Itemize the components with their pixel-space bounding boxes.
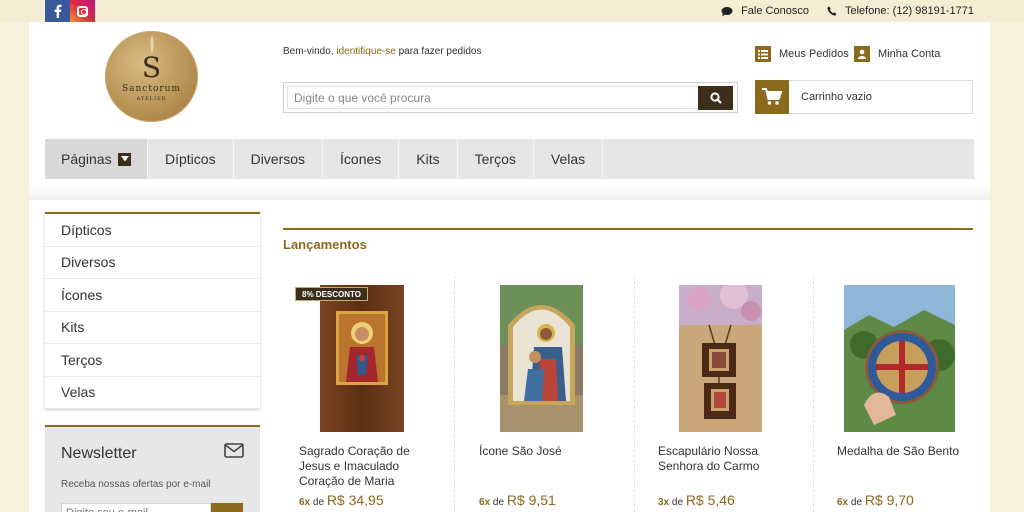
cart-icon bbox=[755, 79, 789, 114]
product-price: 6x de R$ 9,70 bbox=[837, 492, 914, 508]
nav-item-icones[interactable]: Ícones bbox=[323, 139, 400, 179]
section-divider bbox=[283, 228, 973, 230]
contact-label: Fale Conosco bbox=[741, 5, 809, 17]
product-price: 6x de R$ 34,95 bbox=[299, 492, 384, 508]
cart-widget[interactable]: Carrinho vazio bbox=[755, 79, 973, 114]
sidebar-item-tercos[interactable]: Terços bbox=[45, 344, 260, 377]
price-value: R$ 5,46 bbox=[685, 492, 735, 508]
product-image[interactable] bbox=[679, 285, 762, 432]
product-image[interactable] bbox=[500, 285, 583, 432]
phone-info: Telefone: (12) 98191-1771 bbox=[827, 5, 974, 17]
product-name[interactable]: Sagrado Coração de Jesus e Imaculado Cor… bbox=[299, 444, 429, 489]
welcome-prefix: Bem-vindo, bbox=[283, 46, 337, 57]
sidebar-item-icones[interactable]: Ícones bbox=[45, 279, 260, 312]
product-price: 3x de R$ 5,46 bbox=[658, 492, 735, 508]
product-name[interactable]: Ícone São José bbox=[479, 444, 609, 459]
installments-count: 6x bbox=[837, 497, 849, 508]
chat-bubble-icon bbox=[721, 6, 733, 16]
search-box bbox=[283, 82, 738, 113]
nav-item-dipticos[interactable]: Dípticos bbox=[148, 139, 234, 179]
account-label: Minha Conta bbox=[878, 48, 941, 60]
product-price: 6x de R$ 9,51 bbox=[479, 492, 556, 508]
candle-flame-icon bbox=[150, 35, 153, 55]
site-logo[interactable]: S Sanctorum ATELIER bbox=[105, 31, 198, 122]
installments-count: 6x bbox=[479, 497, 491, 508]
envelope-icon bbox=[224, 443, 244, 458]
logo-monogram: S bbox=[141, 50, 162, 84]
card-divider bbox=[634, 276, 635, 512]
nav-item-tercos[interactable]: Terços bbox=[458, 139, 534, 179]
search-input[interactable] bbox=[287, 86, 699, 109]
price-value: R$ 34,95 bbox=[326, 492, 384, 508]
price-de: de bbox=[850, 497, 863, 508]
phone-icon bbox=[827, 6, 837, 16]
sidebar-item-diversos[interactable]: Diversos bbox=[45, 247, 260, 279]
instagram-icon[interactable] bbox=[70, 0, 95, 22]
main-nav: Páginas Dípticos Diversos Ícones Kits Te… bbox=[45, 139, 974, 179]
product-name[interactable]: Medalha de São Bento bbox=[837, 444, 967, 459]
price-de: de bbox=[671, 497, 684, 508]
card-divider bbox=[813, 276, 814, 512]
nav-item-kits[interactable]: Kits bbox=[399, 139, 458, 179]
installments-count: 3x bbox=[658, 497, 670, 508]
search-icon bbox=[709, 92, 722, 104]
sidebar-categories: Dípticos Diversos Ícones Kits Terços Vel… bbox=[45, 212, 260, 409]
product-card[interactable]: Sagrado Coração de Jesus e Imaculado Cor… bbox=[283, 276, 455, 512]
card-divider bbox=[454, 276, 455, 512]
newsletter-title: Newsletter bbox=[61, 445, 137, 462]
newsletter-email-input[interactable] bbox=[61, 503, 211, 512]
installments-count: 6x bbox=[299, 497, 311, 508]
product-card[interactable]: Ícone São José 6x de R$ 9,51 bbox=[463, 276, 635, 512]
user-icon bbox=[854, 46, 870, 62]
welcome-text: Bem-vindo, identifique-se para fazer ped… bbox=[283, 46, 481, 57]
chevron-down-icon bbox=[118, 152, 131, 166]
nav-shadow bbox=[29, 184, 990, 200]
product-card[interactable]: Medalha de São Bento 6x de R$ 9,70 bbox=[821, 276, 985, 512]
facebook-icon[interactable] bbox=[45, 0, 70, 22]
cart-label: Carrinho vazio bbox=[801, 91, 872, 103]
product-card[interactable]: Escapulário Nossa Senhora do Carmo 3x de… bbox=[642, 276, 814, 512]
nav-item-velas[interactable]: Velas bbox=[534, 139, 604, 179]
account-link[interactable]: Minha Conta bbox=[854, 46, 940, 62]
orders-list-icon bbox=[755, 46, 771, 62]
phone-label: Telefone: (12) 98191-1771 bbox=[844, 5, 974, 17]
instagram-glyph bbox=[77, 5, 88, 17]
section-title: Lançamentos bbox=[283, 237, 367, 252]
sidebar-item-dipticos[interactable]: Dípticos bbox=[45, 214, 260, 247]
product-name[interactable]: Escapulário Nossa Senhora do Carmo bbox=[658, 444, 788, 474]
newsletter-submit-button[interactable] bbox=[211, 503, 243, 512]
price-value: R$ 9,51 bbox=[506, 492, 556, 508]
newsletter-description: Receba nossas ofertas por e-mail bbox=[61, 479, 211, 490]
nav-item-diversos[interactable]: Diversos bbox=[234, 139, 324, 179]
product-image[interactable] bbox=[844, 285, 955, 432]
price-value: R$ 9,70 bbox=[864, 492, 914, 508]
orders-link[interactable]: Meus Pedidos bbox=[755, 46, 849, 62]
sidebar-item-kits[interactable]: Kits bbox=[45, 312, 260, 344]
discount-badge: 8% DESCONTO bbox=[295, 287, 368, 301]
product-image[interactable] bbox=[320, 285, 404, 432]
logo-subtitle: ATELIER bbox=[136, 95, 167, 102]
welcome-suffix: para fazer pedidos bbox=[395, 46, 482, 57]
nav-pages-label: Páginas bbox=[61, 151, 112, 167]
login-link[interactable]: identifique-se bbox=[336, 46, 395, 57]
newsletter-box: Newsletter Receba nossas ofertas por e-m… bbox=[45, 425, 260, 512]
top-bar: Fale Conosco Telefone: (12) 98191-1771 bbox=[0, 0, 1024, 22]
nav-pages-dropdown[interactable]: Páginas bbox=[45, 139, 148, 179]
orders-label: Meus Pedidos bbox=[779, 48, 849, 60]
price-de: de bbox=[312, 497, 325, 508]
logo-name: Sanctorum bbox=[121, 83, 182, 94]
contact-link[interactable]: Fale Conosco bbox=[721, 5, 809, 17]
sidebar-item-velas[interactable]: Velas bbox=[45, 377, 260, 409]
price-de: de bbox=[492, 497, 505, 508]
search-button[interactable] bbox=[698, 86, 733, 110]
